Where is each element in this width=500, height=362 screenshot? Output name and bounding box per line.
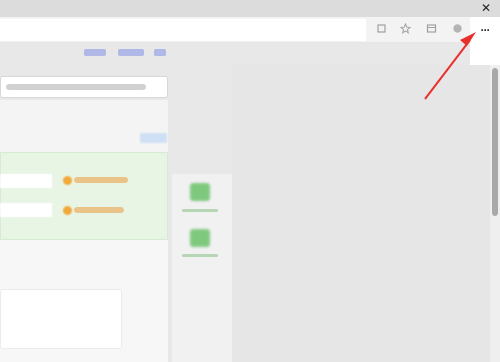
favorites-icon[interactable] (399, 22, 412, 34)
app-icon[interactable] (190, 229, 210, 247)
orange-link-1-blurred (74, 177, 128, 183)
extension-icon[interactable] (376, 23, 387, 34)
status-dot-icon (63, 176, 72, 185)
orange-link-2-blurred (74, 207, 124, 213)
status-dot-icon (63, 206, 72, 215)
app-icon[interactable] (190, 183, 210, 201)
window-title-bar (0, 0, 500, 17)
tag-badge[interactable] (140, 133, 167, 143)
search-text-blurred (6, 84, 146, 90)
collections-icon[interactable] (426, 23, 437, 34)
profile-icon[interactable] (452, 23, 463, 34)
more-dots-icon: ··· (480, 23, 491, 37)
panel-row-2 (0, 203, 52, 217)
address-bar[interactable] (0, 19, 366, 41)
page-background (232, 65, 490, 362)
scrollbar-thumb[interactable] (492, 68, 498, 216)
app-column (172, 174, 232, 362)
panel-row-1 (0, 174, 52, 188)
content-card (0, 289, 122, 349)
window-close-button[interactable]: ✕ (478, 1, 494, 16)
app-label-blurred (182, 254, 218, 257)
app-label-blurred (182, 209, 218, 212)
close-icon: ✕ (480, 1, 492, 15)
more-options-button[interactable]: ··· (470, 17, 500, 65)
nav-links-blurred (84, 49, 166, 56)
highlight-panel (0, 152, 168, 240)
